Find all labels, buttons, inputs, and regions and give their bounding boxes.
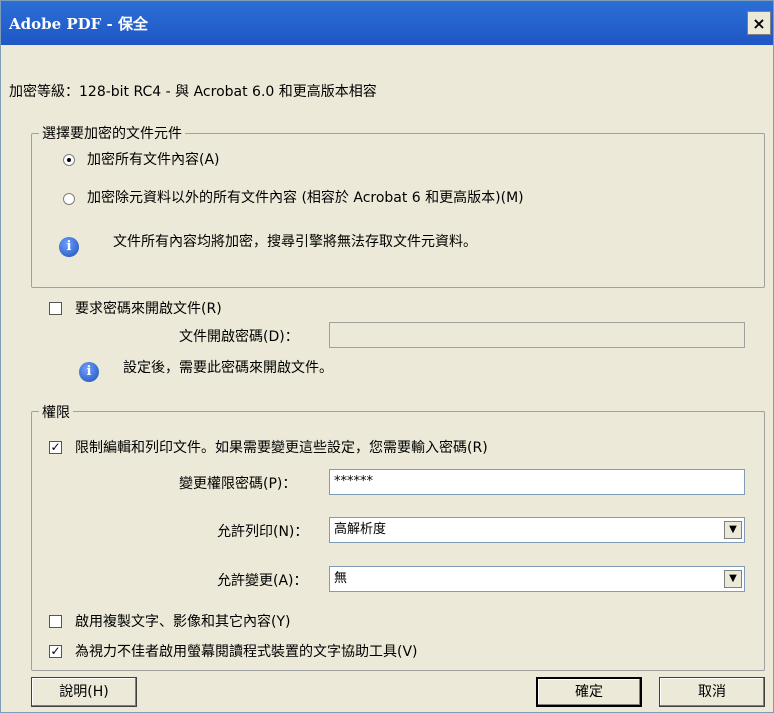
require-open-password-checkbox[interactable] <box>49 302 62 315</box>
permissions-legend: 權限 <box>39 402 73 422</box>
change-permissions-password-field[interactable]: ****** <box>329 469 745 495</box>
changes-allowed-dropdown[interactable]: 無 ▼ <box>329 566 745 592</box>
restrict-editing-checkbox[interactable]: ✓ <box>49 441 62 454</box>
encrypt-except-metadata-radio[interactable] <box>63 193 75 205</box>
open-password-info-text: 設定後，需要此密碼來開啟文件。 <box>123 360 333 376</box>
chevron-down-icon[interactable]: ▼ <box>724 521 742 539</box>
window-title: Adobe PDF - 保全 <box>9 15 148 33</box>
open-password-field[interactable] <box>329 322 745 348</box>
encrypt-info-text: 文件所有內容均將加密，搜尋引擎將無法存取文件元資料。 <box>113 234 477 250</box>
open-password-label: 文件開啟密碼(D)： <box>179 329 299 345</box>
encrypt-all-radio[interactable] <box>63 154 75 166</box>
encrypt-except-metadata-label[interactable]: 加密除元資料以外的所有文件內容 (相容於 Acrobat 6 和更高版本)(M) <box>87 187 524 207</box>
printing-allowed-label: 允許列印(N)： <box>217 524 309 540</box>
chevron-down-icon[interactable]: ▼ <box>724 570 742 588</box>
ok-button[interactable]: 確定 <box>536 677 642 707</box>
printing-allowed-value: 高解析度 <box>334 522 387 537</box>
changes-allowed-value: 無 <box>334 571 348 586</box>
encrypt-all-label[interactable]: 加密所有文件內容(A) <box>87 149 220 169</box>
dialog-window: Adobe PDF - 保全 × 加密等級：128-bit RC4 - 與 Ac… <box>0 0 774 713</box>
printing-allowed-dropdown[interactable]: 高解析度 ▼ <box>329 517 745 543</box>
info-icon: i <box>79 362 99 382</box>
enable-accessibility-checkbox[interactable]: ✓ <box>49 645 62 658</box>
enable-accessibility-label[interactable]: 為視力不佳者啟用螢幕閱讀程式裝置的文字協助工具(V) <box>75 641 418 661</box>
restrict-editing-label[interactable]: 限制編輯和列印文件。如果需要變更這些設定，您需要輸入密碼(R) <box>75 437 488 457</box>
enable-copy-checkbox[interactable] <box>49 615 62 628</box>
title-bar[interactable]: Adobe PDF - 保全 × <box>1 1 773 45</box>
encryption-level-text: 加密等級：128-bit RC4 - 與 Acrobat 6.0 和更高版本相容 <box>9 84 377 100</box>
require-open-password-label[interactable]: 要求密碼來開啟文件(R) <box>75 298 222 318</box>
encrypt-group-legend: 選擇要加密的文件元件 <box>39 123 185 143</box>
help-button[interactable]: 說明(H) <box>31 677 137 707</box>
close-button[interactable]: × <box>747 11 771 35</box>
enable-copy-label[interactable]: 啟用複製文字、影像和其它內容(Y) <box>75 611 290 631</box>
cancel-button[interactable]: 取消 <box>659 677 765 707</box>
changes-allowed-label: 允許變更(A)： <box>217 573 308 589</box>
info-icon: i <box>59 237 79 257</box>
change-permissions-password-label: 變更權限密碼(P)： <box>179 476 297 492</box>
